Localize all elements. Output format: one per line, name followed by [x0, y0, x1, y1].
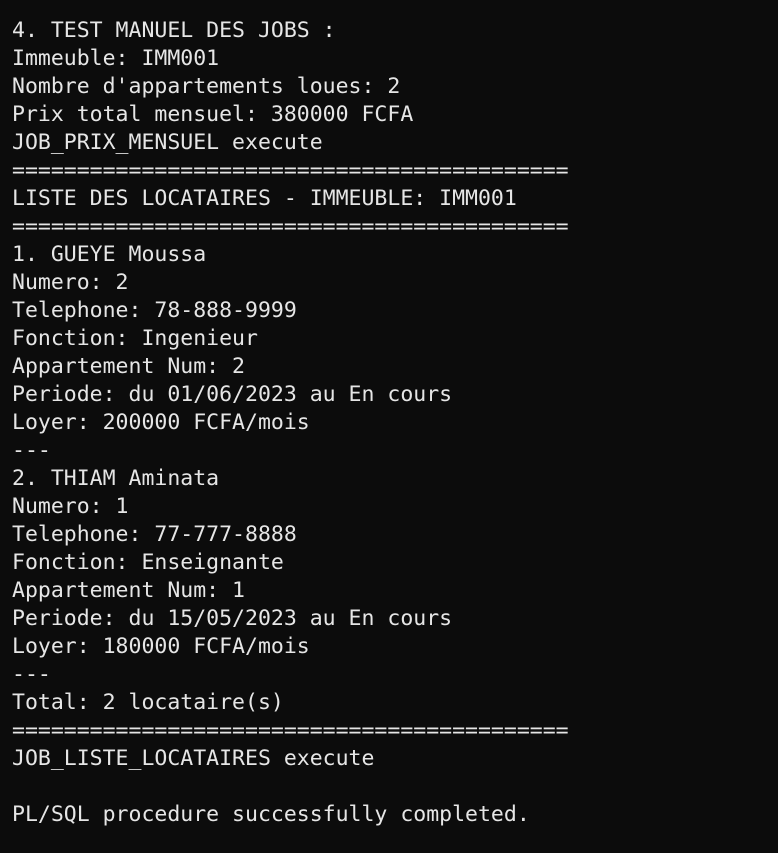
- tenant-rent-line: Loyer: 180000 FCFA/mois: [12, 634, 310, 659]
- job-status-line: JOB_LISTE_LOCATAIRES execute: [12, 746, 375, 771]
- job-status-line: JOB_PRIX_MENSUEL execute: [12, 130, 323, 155]
- tenant-apartment-line: Appartement Num: 1: [12, 578, 245, 603]
- tenant-job-line: Fonction: Ingenieur: [12, 326, 258, 351]
- rented-count-line: Nombre d'appartements loues: 2: [12, 74, 401, 99]
- tenant-name-line: 1. GUEYE Moussa: [12, 242, 207, 267]
- terminal-output[interactable]: 4. TEST MANUEL DES JOBS : Immeuble: IMM0…: [0, 0, 778, 853]
- section-header: 4. TEST MANUEL DES JOBS :: [12, 18, 336, 43]
- tenant-number-line: Numero: 2: [12, 270, 129, 295]
- tenant-period-line: Periode: du 15/05/2023 au En cours: [12, 606, 453, 631]
- record-divider: ---: [12, 662, 51, 687]
- tenant-list-title: LISTE DES LOCATAIRES - IMMEUBLE: IMM001: [12, 186, 517, 211]
- separator-line: ========================================…: [12, 158, 569, 183]
- separator-line: ========================================…: [12, 214, 569, 239]
- tenant-rent-line: Loyer: 200000 FCFA/mois: [12, 410, 310, 435]
- tenant-job-line: Fonction: Enseignante: [12, 550, 284, 575]
- record-divider: ---: [12, 438, 51, 463]
- tenant-period-line: Periode: du 01/06/2023 au En cours: [12, 382, 453, 407]
- tenant-total-line: Total: 2 locataire(s): [12, 690, 284, 715]
- tenant-phone-line: Telephone: 78-888-9999: [12, 298, 297, 323]
- monthly-total-line: Prix total mensuel: 380000 FCFA: [12, 102, 414, 127]
- tenant-phone-line: Telephone: 77-777-8888: [12, 522, 297, 547]
- separator-line: ========================================…: [12, 718, 569, 743]
- tenant-apartment-line: Appartement Num: 2: [12, 354, 245, 379]
- completion-message: PL/SQL procedure successfully completed.: [12, 802, 530, 827]
- tenant-number-line: Numero: 1: [12, 494, 129, 519]
- building-line: Immeuble: IMM001: [12, 46, 220, 71]
- tenant-name-line: 2. THIAM Aminata: [12, 466, 220, 491]
